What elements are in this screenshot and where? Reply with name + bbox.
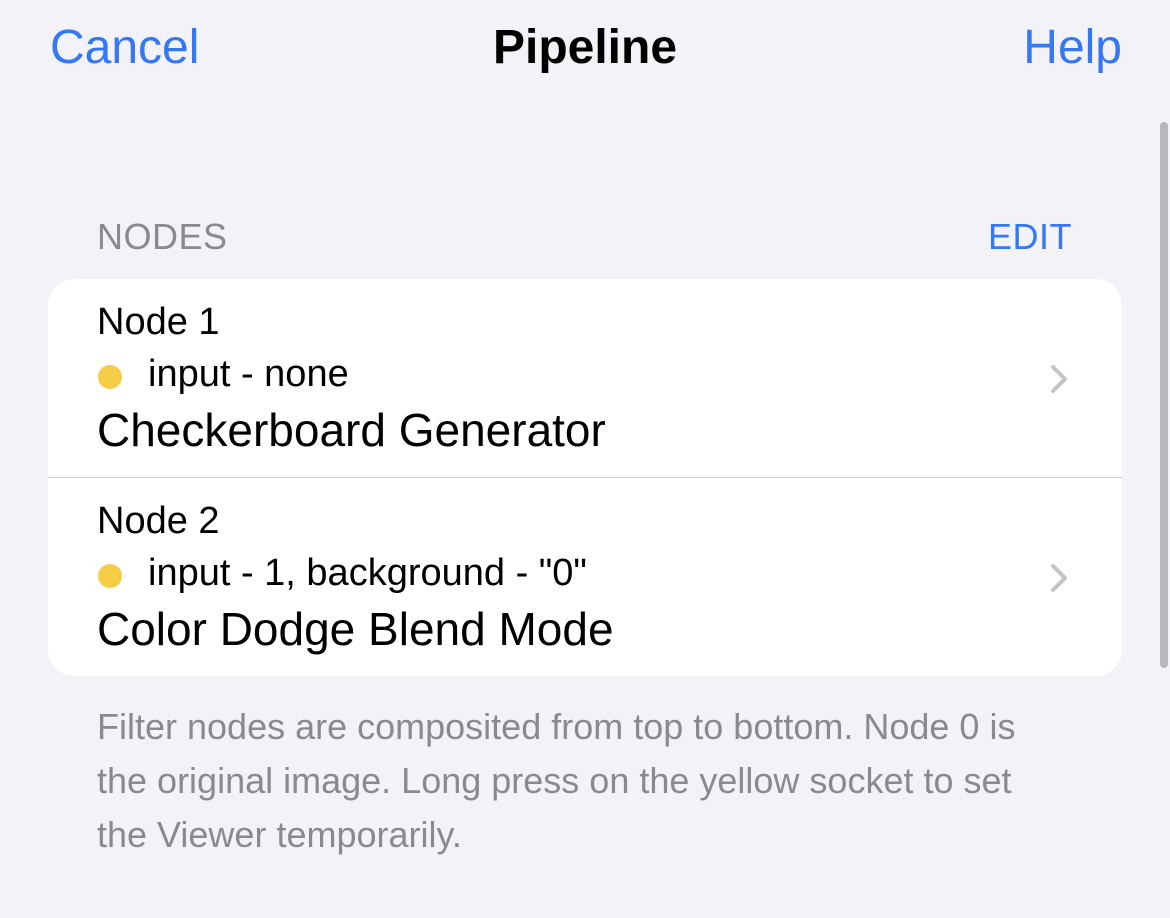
- node-inputs: input - none: [148, 353, 349, 395]
- chevron-right-icon: [1051, 365, 1067, 393]
- node-filter-name: Checkerboard Generator: [97, 404, 606, 456]
- node-row-1[interactable]: Node 1 input - none Checkerboard Generat…: [48, 279, 1122, 477]
- node-title: Node 2: [97, 500, 220, 542]
- node-filter-name: Color Dodge Blend Mode: [97, 603, 614, 655]
- edit-button[interactable]: EDIT: [988, 216, 1072, 258]
- yellow-socket-icon[interactable]: [98, 365, 122, 389]
- node-row-2[interactable]: Node 2 input - 1, background - "0" Color…: [48, 477, 1122, 676]
- chevron-right-icon: [1051, 564, 1067, 592]
- nodes-list: Node 1 input - none Checkerboard Generat…: [48, 279, 1122, 676]
- section-header-nodes: NODES: [97, 216, 228, 257]
- yellow-socket-icon[interactable]: [98, 564, 122, 588]
- cancel-button[interactable]: Cancel: [50, 20, 199, 75]
- navigation-bar: Cancel Pipeline Help: [0, 0, 1170, 100]
- node-title: Node 1: [97, 301, 220, 343]
- scrollbar[interactable]: [1160, 122, 1168, 668]
- help-button[interactable]: Help: [1023, 20, 1122, 75]
- node-inputs: input - 1, background - "0": [148, 552, 587, 594]
- section-footer: Filter nodes are composited from top to …: [97, 706, 1016, 855]
